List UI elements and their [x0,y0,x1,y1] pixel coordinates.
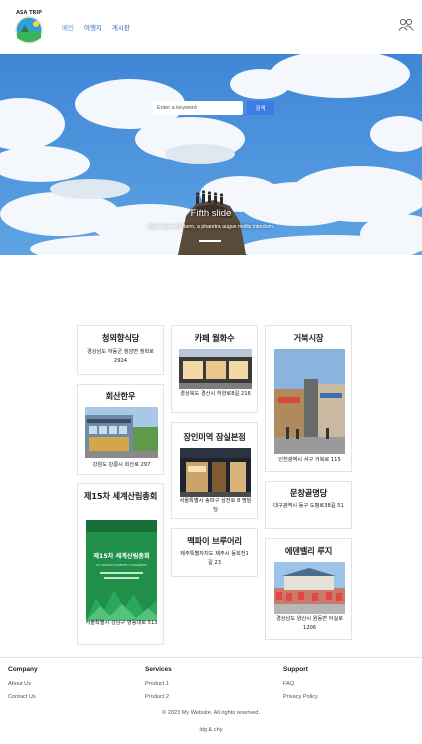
place-card[interactable]: 에덴밸리 루지 경상남도 양산시 원동면 어실로 1206 [265,538,352,640]
nav-board-link[interactable]: 게시판 [112,22,130,32]
place-name: 회산한우 [105,391,136,401]
place-address: 서울특별시 송파구 삼전로 8 명빌딩 [179,498,252,513]
footer-company-heading: Company [8,666,38,673]
footer-product2-link[interactable]: Product 2 [145,694,169,700]
place-card[interactable]: 거북시장 인천광역시 서구 거북로 115 [265,325,352,472]
place-card[interactable]: 청뫼향식당 경상남도 하동군 청암면 청학로 2924 [77,325,164,375]
place-name: 청뫼향식당 [101,333,140,343]
footer-contact-link[interactable]: Contact Us [8,694,36,700]
footer-support-heading: Support [283,666,308,673]
footer-faq-link[interactable]: FAQ [283,681,294,687]
place-address: 경상북도 경산시 하양로8길 216 [180,391,251,397]
place-photo [180,448,251,497]
place-card[interactable]: 제15차 세계산림총회 제15차 세계산림총회 XV WORLD FORESTR… [77,483,164,645]
place-card[interactable]: 문창골명당 대구광역시 동구 도평로38길 51 [265,481,352,529]
top-navbar: ASA TRIP 메인 여행지 게시판 [0,0,422,54]
place-card[interactable]: 맥파이 브루어리 제주특별자치도 제주시 동회천1길 23 [171,528,258,577]
place-address: 경상남도 하동군 청암면 청학로 2924 [87,349,154,364]
users-icon[interactable] [398,18,414,32]
place-card[interactable]: 장인미역 잠실본점 서울특별시 송파구 삼전로 8 명빌딩 [171,422,258,519]
svg-text:ASA TRIP: ASA TRIP [16,10,42,16]
place-address: 제주특별자치도 제주시 동회천1길 23 [180,551,249,566]
place-name: 카페 월화수 [194,333,235,343]
place-address: 대구광역시 동구 도평로38길 51 [273,503,344,509]
carousel-indicator[interactable] [199,240,221,242]
place-name: 문창골명당 [289,488,328,498]
footer-about-link[interactable]: About Us [8,681,31,687]
place-name: 장인미역 잠실본점 [183,432,246,442]
place-photo: 제15차 세계산림총회 XV WORLD FORESTRY CONGRESS [86,520,157,621]
place-card[interactable]: 카페 월화수 경상북도 경산시 하양로8길 216 [171,325,258,413]
authors-text: ldg & chy [199,727,223,733]
slide-title: Fifth slide [190,208,232,219]
place-address: 인천광역시 서구 거북로 115 [278,457,341,463]
slide-caption: Nulla vitae elit libero, a pharetra augu… [147,224,275,230]
footer-divider [0,657,422,658]
svg-text:제15차 세계산림총회: 제15차 세계산림총회 [93,552,150,560]
nav-main-link[interactable]: 메인 [62,22,74,32]
place-name: 거북시장 [293,333,324,343]
search-input[interactable] [153,101,243,115]
search-button[interactable]: 검색 [247,101,274,115]
footer-services-heading: Services [145,666,172,673]
svg-text:XV WORLD FORESTRY CONGRESS: XV WORLD FORESTRY CONGRESS [96,563,147,567]
place-photo [274,562,345,614]
place-name: 에덴밸리 루지 [284,546,333,556]
place-address: 경상남도 양산시 원동면 어실로 1206 [276,616,343,631]
hero-carousel[interactable]: 검색 Fifth slide Nulla vitae elit libero, … [0,54,422,255]
copyright-text: © 2023 My Website. All rights reserved. [162,710,260,716]
site-logo[interactable]: ASA TRIP [12,8,46,46]
place-address: 서울특별시 강남구 영동대로 513 [85,620,158,626]
footer-product1-link[interactable]: Product 1 [145,681,169,687]
place-card[interactable]: 회산한우 강원도 강릉시 회산로 297 [77,384,164,475]
place-photo [179,349,252,389]
place-name: 제15차 세계산림총회 [83,491,158,501]
place-photo [274,349,345,454]
footer-privacy-link[interactable]: Privacy Policy [283,694,318,700]
place-address: 강원도 강릉시 회산로 297 [92,462,151,468]
nav-destinations-link[interactable]: 여행지 [84,22,102,32]
place-photo [85,407,158,458]
place-name: 맥파이 브루어리 [187,536,242,546]
